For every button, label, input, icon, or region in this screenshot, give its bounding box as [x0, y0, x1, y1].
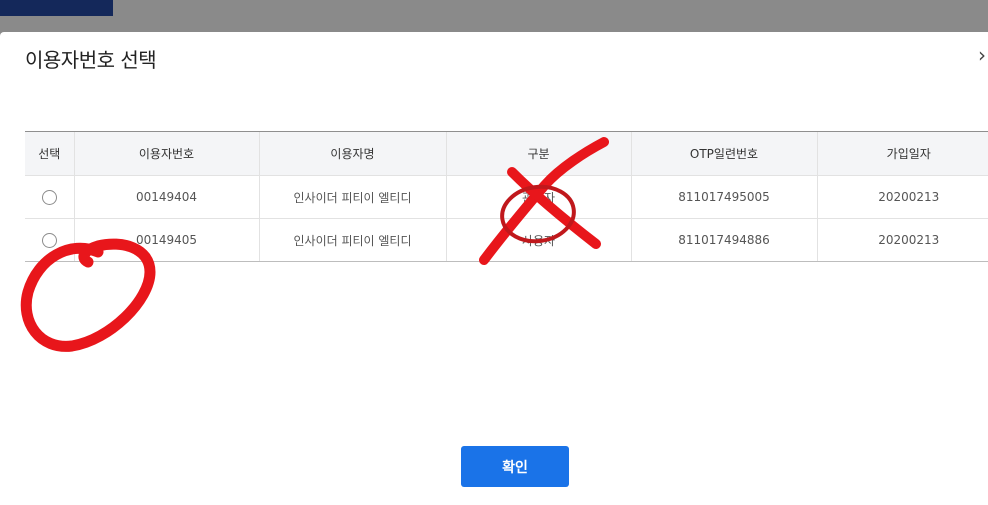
confirm-button[interactable]: 확인 — [461, 446, 569, 487]
user-number-select-modal — [0, 32, 988, 505]
type-cell: 관리자 — [445, 175, 631, 219]
backdrop-nav-block — [0, 0, 113, 16]
modal-title: 이용자번호 선택 — [25, 48, 157, 72]
radio-icon[interactable] — [41, 189, 57, 205]
column-header-type: 구분 — [445, 131, 631, 176]
select-cell — [25, 218, 74, 262]
join-date-cell: 20200213 — [816, 175, 988, 219]
user-name-cell: 인사이더 피티이 엘티디 — [258, 218, 446, 262]
type-cell: 사용자 — [445, 218, 631, 262]
user-no-cell: 00149405 — [73, 218, 259, 262]
user-name-cell: 인사이더 피티이 엘티디 — [258, 175, 446, 219]
column-header-otp-serial: OTP일련번호 — [630, 131, 817, 176]
column-header-user-name: 이용자명 — [258, 131, 446, 176]
table-row[interactable]: 00149405 인사이더 피티이 엘티디 사용자 811017494886 2… — [25, 218, 988, 262]
user-table: 선택 이용자번호 이용자명 구분 OTP일련번호 가입일자 00149404 인… — [25, 131, 988, 262]
otp-serial-cell: 811017495005 — [630, 175, 817, 219]
join-date-cell: 20200213 — [816, 218, 988, 262]
table-row[interactable]: 00149404 인사이더 피티이 엘티디 관리자 811017495005 2… — [25, 175, 988, 219]
column-header-select: 선택 — [25, 131, 74, 176]
column-header-user-no: 이용자번호 — [73, 131, 259, 176]
column-header-join-date: 가입일자 — [816, 131, 988, 176]
table-header-row: 선택 이용자번호 이용자명 구분 OTP일련번호 가입일자 — [25, 131, 988, 176]
select-cell — [25, 175, 74, 219]
close-icon[interactable]: › — [978, 45, 988, 65]
user-no-cell: 00149404 — [73, 175, 259, 219]
radio-icon[interactable] — [41, 232, 57, 248]
otp-serial-cell: 811017494886 — [630, 218, 817, 262]
